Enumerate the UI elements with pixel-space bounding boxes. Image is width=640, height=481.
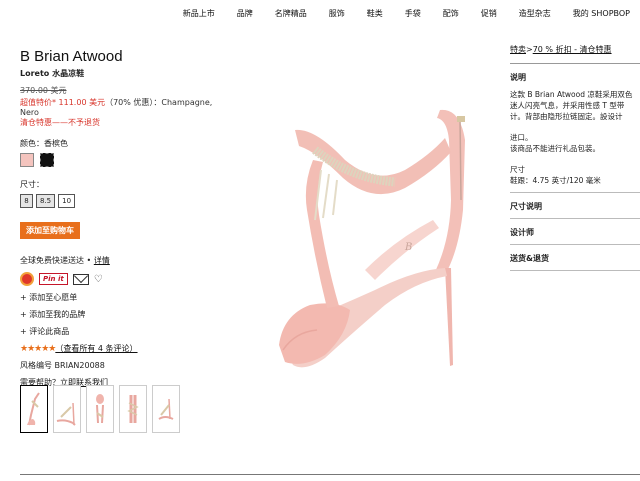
shipping-returns-section: 送货&退货: [510, 245, 640, 271]
rating-row: ★★★★★（查看所有 4 条评论）: [20, 343, 230, 354]
description-heading[interactable]: 说明: [510, 64, 640, 89]
color-swatches: [20, 153, 230, 167]
thumbnail-side[interactable]: [53, 385, 81, 433]
page-divider: [20, 474, 640, 475]
share-row: Pin it ♡: [20, 272, 230, 286]
shipping-text: 全球免费快递送达 •: [20, 256, 94, 265]
heel-height: 鞋跟：4.75 英寸/120 毫米: [510, 176, 601, 185]
description-line: 迷人闪亮气息，并采用性感 T 型带: [510, 101, 625, 110]
size-option-8[interactable]: 8: [20, 194, 33, 208]
email-icon[interactable]: [72, 273, 89, 285]
size-option-10[interactable]: 10: [58, 194, 76, 208]
shipping-info: 全球免费快递送达 • 详情: [20, 255, 230, 266]
shipping-details-link[interactable]: 详情: [94, 256, 110, 265]
nav-brands[interactable]: 品牌: [237, 8, 253, 28]
main-product-image[interactable]: B: [255, 100, 495, 375]
thumbnail-strip: [20, 385, 180, 433]
nav-magazine[interactable]: 造型杂志: [519, 8, 551, 28]
style-number: 风格编号 BRIAN20088: [20, 361, 105, 370]
weibo-icon[interactable]: [20, 272, 34, 286]
nav-new-arrivals[interactable]: 新品上市: [183, 8, 215, 28]
shipping-returns-heading[interactable]: 送货&退货: [510, 245, 640, 270]
size-option-8-5[interactable]: 8.5: [36, 194, 56, 208]
review-product-link[interactable]: + 评论此商品: [20, 326, 230, 337]
designer-section: 设计师: [510, 219, 640, 245]
nav-shoes[interactable]: 鞋类: [367, 8, 383, 28]
brand-name[interactable]: B Brian Atwood: [20, 48, 230, 65]
size-label: 尺寸：: [20, 180, 44, 189]
sale-price: 超值特价* 111.00 美元（70% 优惠）：Champagne, Nero: [20, 97, 230, 117]
nav-sale[interactable]: 促销: [481, 8, 497, 28]
add-to-bag-button[interactable]: 添加至购物车: [20, 222, 80, 239]
thumbnail-back[interactable]: [119, 385, 147, 433]
product-name: Loreto 水晶凉鞋: [20, 69, 85, 78]
nav-accessories[interactable]: 配饰: [443, 8, 459, 28]
sale-link[interactable]: 特卖: [510, 45, 526, 54]
nav-bags[interactable]: 手袋: [405, 8, 421, 28]
svg-text:B: B: [404, 242, 412, 253]
size-chart-section: 尺寸说明: [510, 193, 640, 219]
nav-my-shopbop[interactable]: 我的 SHOPBOP: [573, 8, 630, 28]
size-options: 8 8.5 10: [20, 194, 230, 208]
original-price: 370.00 美元: [20, 86, 67, 95]
add-to-wishlist-link[interactable]: + 添加至心愿单: [20, 292, 230, 303]
star-rating-icon: ★★★★★: [20, 344, 56, 354]
sale-price-value: 超值特价* 111.00 美元: [20, 98, 106, 107]
top-nav: 新品上市 品牌 名牌精品 服饰 鞋类 手袋 配饰 促销 造型杂志 我的 SHOP…: [0, 8, 640, 28]
promo-separator: >: [526, 45, 533, 54]
description-line: 这款 B Brian Atwood 凉鞋采用双色: [510, 90, 633, 99]
color-label: 颜色：香槟色: [20, 139, 68, 148]
description-section: 说明 这款 B Brian Atwood 凉鞋采用双色 迷人闪亮气息，并采用性感…: [510, 64, 640, 193]
thumbnail-top[interactable]: [152, 385, 180, 433]
final-sale-note: 清仓特惠——不予退货: [20, 118, 100, 127]
description-line: 计。背部由隐形拉链固定。設设计: [510, 112, 623, 121]
product-details-panel: 特卖>70 % 折扣 - 清仓特惠 说明 这款 B Brian Atwood 凉…: [510, 44, 640, 271]
size-chart-heading[interactable]: 尺寸说明: [510, 193, 640, 218]
size-heading: 尺寸: [510, 165, 525, 174]
thumbnail-front[interactable]: [20, 385, 48, 433]
description-body: 这款 B Brian Atwood 凉鞋采用双色 迷人闪亮气息，并采用性感 T …: [510, 89, 640, 192]
swatch-champagne[interactable]: [20, 153, 34, 167]
thumbnail-angle[interactable]: [86, 385, 114, 433]
heart-icon[interactable]: ♡: [94, 274, 103, 285]
pinterest-button[interactable]: Pin it: [39, 273, 68, 285]
nav-designer-boutique[interactable]: 名牌精品: [275, 8, 307, 28]
swatch-nero[interactable]: [40, 153, 54, 167]
view-all-reviews-link[interactable]: （查看所有 4 条评论）: [55, 344, 137, 353]
designer-heading[interactable]: 设计师: [510, 219, 640, 244]
product-info: B Brian Atwood Loreto 水晶凉鞋 370.00 美元 超值特…: [20, 48, 230, 388]
import-note: 进口。: [510, 133, 533, 142]
add-to-my-brands-link[interactable]: + 添加至我的品牌: [20, 309, 230, 320]
nav-clothing[interactable]: 服饰: [329, 8, 345, 28]
promo-breadcrumb: 特卖>70 % 折扣 - 清仓特惠: [510, 44, 640, 64]
clearance-link[interactable]: 70 % 折扣 - 清仓特惠: [533, 45, 612, 54]
gift-wrap-note: 该商品不能进行礼品包装。: [510, 144, 600, 153]
